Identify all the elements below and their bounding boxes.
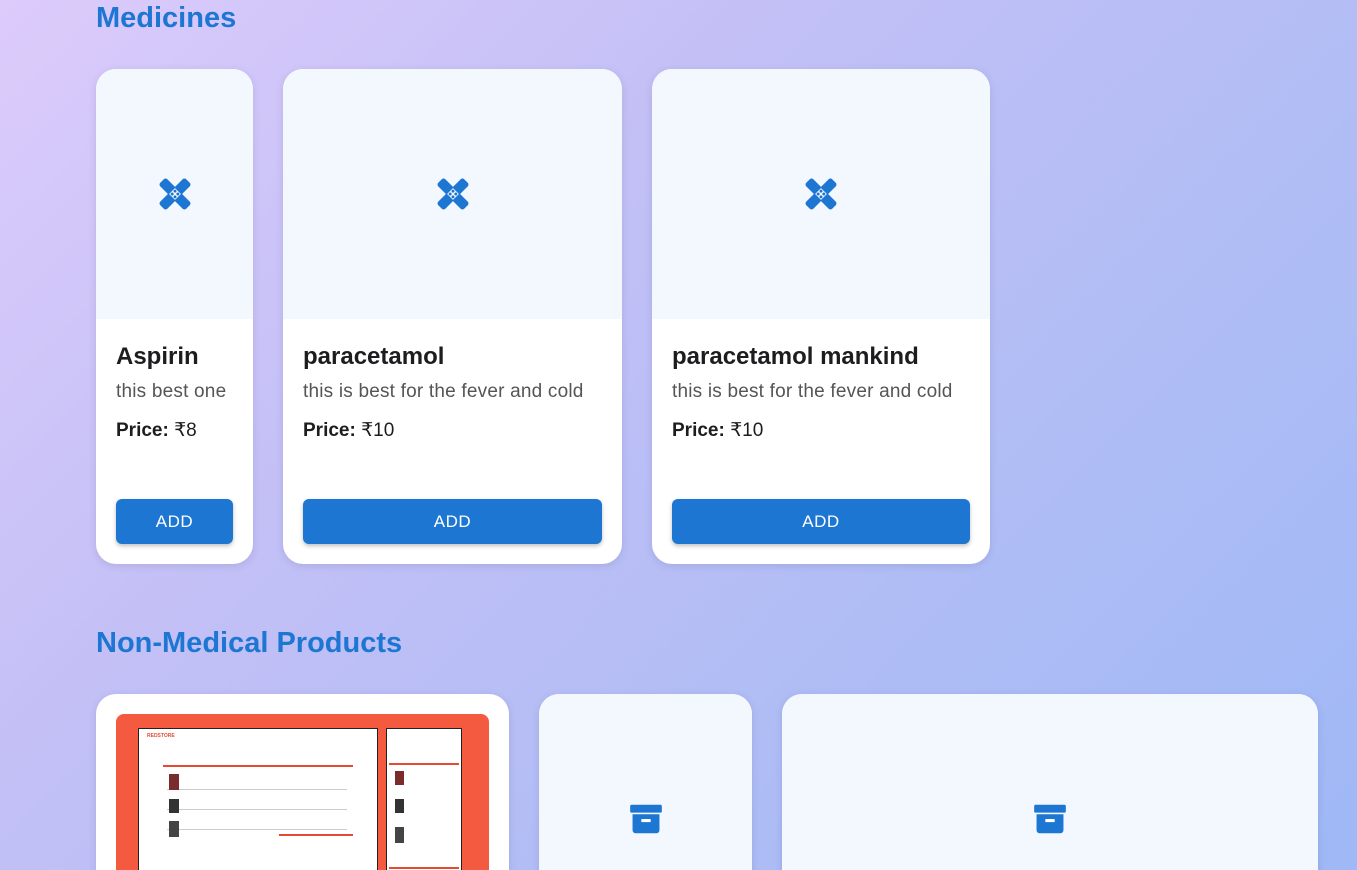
- medicine-description: this best one: [116, 381, 227, 402]
- medicine-card: paracetamol mankind this is best for the…: [652, 69, 990, 564]
- add-button[interactable]: ADD: [116, 499, 233, 544]
- medicine-price: Price: ₹8: [116, 419, 233, 442]
- medicine-name: paracetamol: [303, 343, 445, 370]
- archive-box-icon: [629, 804, 662, 834]
- add-button[interactable]: ADD: [672, 499, 970, 544]
- non-medical-section-title: Non-Medical Products: [96, 627, 403, 659]
- medicine-card: Aspirin this best one Price: ₹8 ADD: [96, 69, 253, 564]
- price-label: Price:: [672, 420, 725, 441]
- medicines-section-title: Medicines: [96, 2, 237, 34]
- medicine-card: paracetamol this is best for the fever a…: [283, 69, 622, 564]
- medicine-price: Price: ₹10: [303, 419, 602, 442]
- price-label: Price:: [303, 420, 356, 441]
- price-value: ₹8: [174, 420, 197, 441]
- medicine-price: Price: ₹10: [672, 419, 970, 442]
- medicine-image: [283, 69, 622, 319]
- add-button[interactable]: ADD: [303, 499, 602, 544]
- price-value: ₹10: [361, 420, 395, 441]
- medicine-description: this is best for the fever and cold: [672, 381, 953, 402]
- medicine-description: this is best for the fever and cold: [303, 381, 584, 402]
- product-image: REDSTORE: [116, 714, 489, 870]
- product-card: REDSTORE: [96, 694, 509, 870]
- medicine-name: paracetamol mankind: [672, 343, 919, 370]
- bandage-icon: [437, 178, 468, 210]
- medicine-image: [652, 69, 990, 319]
- product-card: [782, 694, 1318, 870]
- product-image: [539, 694, 752, 870]
- product-image: [782, 694, 1318, 870]
- bandage-icon: [159, 178, 190, 210]
- store-brand: REDSTORE: [147, 733, 175, 739]
- medicine-image: [96, 69, 253, 319]
- archive-box-icon: [1034, 804, 1066, 834]
- bandage-icon: [805, 178, 837, 210]
- price-value: ₹10: [730, 420, 764, 441]
- store-desktop-preview: REDSTORE: [138, 728, 378, 870]
- product-card: [539, 694, 752, 870]
- medicine-name: Aspirin: [116, 343, 199, 370]
- price-label: Price:: [116, 420, 169, 441]
- store-mobile-preview: [386, 728, 462, 870]
